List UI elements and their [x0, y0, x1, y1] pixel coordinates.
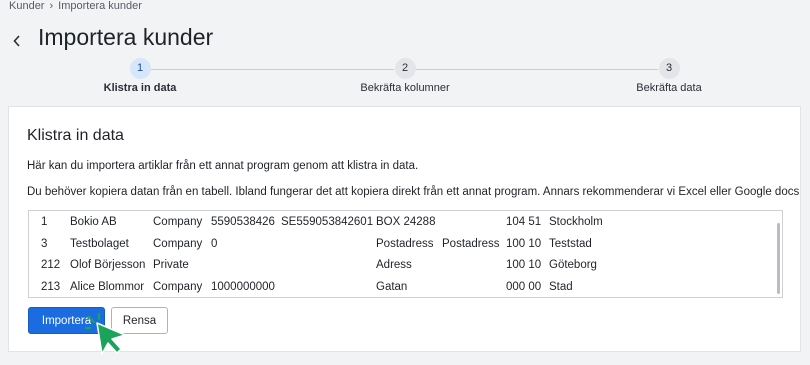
step-label: Bekräfta kolumner [360, 82, 450, 94]
breadcrumb-item-kunder[interactable]: Kunder [9, 0, 44, 12]
breadcrumb-item-current: Importera kunder [58, 0, 142, 12]
data-cell: Stockholm [549, 216, 603, 228]
card-title: Klistra in data [27, 127, 124, 144]
step-3: 3 Bekräfta data [589, 58, 749, 94]
data-cell: Company [153, 216, 203, 228]
data-cell: 3 [41, 237, 48, 250]
data-cell: Alice Blommor [70, 280, 145, 293]
back-button[interactable] [10, 31, 24, 51]
step-2: 2 Bekräfta kolumner [325, 58, 485, 94]
data-cell: Stad [549, 280, 573, 293]
step-number: 2 [394, 58, 416, 79]
data-cell: Göteborg [549, 259, 597, 271]
data-cell: Private [153, 259, 189, 271]
breadcrumb: Kunder › Importera kunder [9, 0, 142, 12]
data-cell: 100 10 [506, 259, 542, 271]
page-title: Importera kunder [38, 24, 214, 50]
data-cell: 213 [41, 280, 61, 293]
card-description-hint: Du behöver kopiera datan från en tabell.… [27, 186, 800, 198]
data-cell: Testbolaget [70, 237, 129, 250]
data-cell: 1 [41, 216, 48, 228]
data-cell: Olof Börjesson [70, 259, 146, 271]
data-cell: 0 [211, 237, 218, 250]
import-button[interactable]: Importera [28, 307, 105, 334]
data-cell: SE559053842601 [281, 216, 374, 228]
clear-button[interactable]: Rensa [111, 307, 168, 334]
data-cell: 5590538426 [211, 216, 275, 228]
step-number: 3 [658, 58, 680, 79]
data-cell: Company [153, 280, 203, 293]
step-label: Bekräfta data [636, 82, 702, 94]
paste-data-card: Klistra in data Här kan du importera art… [8, 106, 801, 352]
data-cell: Postadress [442, 237, 500, 250]
page-header: Importera kunder [10, 24, 213, 51]
data-cell: Gatan [376, 280, 408, 293]
stepper: 1 Klistra in data 2 Bekräfta kolumner 3 … [0, 58, 810, 96]
data-cell: Bokio AB [70, 216, 117, 228]
data-cell: 212 [41, 259, 61, 271]
data-cell: Postadress [376, 237, 434, 250]
data-cell: BOX 24288 [376, 216, 436, 228]
step-number: 1 [129, 58, 151, 79]
data-cell: 104 51 [506, 216, 542, 228]
data-cell: 000 00 [506, 280, 542, 293]
data-cell: Adress [376, 259, 412, 271]
data-cell: 100 10 [506, 237, 542, 250]
scrollbar[interactable] [777, 223, 780, 294]
chevron-left-icon [13, 34, 20, 47]
step-1: 1 Klistra in data [60, 58, 220, 94]
card-description: Här kan du importera artiklar från ett a… [27, 160, 419, 172]
data-cell: Company [153, 237, 203, 250]
data-cell: 1000000000 [211, 280, 275, 293]
step-label: Klistra in data [103, 82, 177, 94]
data-cell: Teststad [549, 237, 592, 250]
breadcrumb-separator: › [49, 0, 54, 12]
paste-textarea[interactable]: 1 Bokio AB Company 5590538426 SE559053842601… [28, 210, 783, 298]
